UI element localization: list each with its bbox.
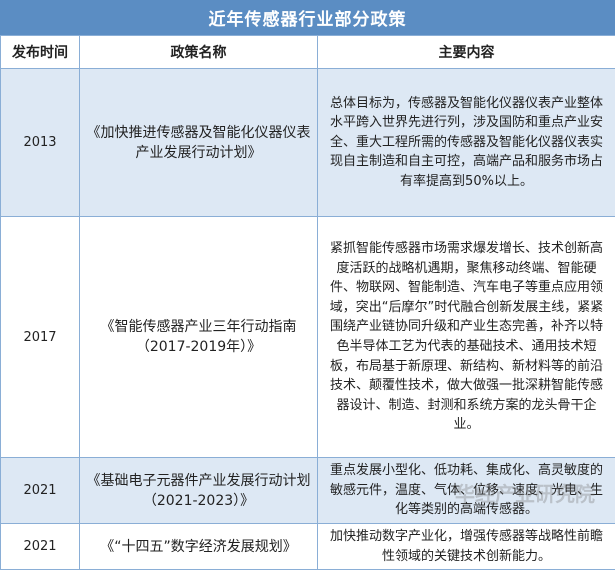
row-content: 紧抓智能传感器市场需求爆发增长、技术创新高度活跃的战略机遇期，聚焦移动终端、智能… bbox=[318, 217, 615, 458]
row-content: 重点发展小型化、低功耗、集成化、高灵敏度的敏感元件，温度、气体、位移、速度、光电… bbox=[318, 458, 615, 524]
header-content: 主要内容 bbox=[318, 36, 615, 69]
row-content: 总体目标为，传感器及智能化仪器仪表产业整体水平跨入世界先进行列，涉及国防和重点产… bbox=[318, 69, 615, 217]
row-policy-name: 《加快推进传感器及智能化仪器仪表产业发展行动计划》 bbox=[80, 69, 318, 217]
row-policy-name: 《“十四五”数字经济发展规划》 bbox=[80, 524, 318, 570]
row-policy-name: 《智能传感器产业三年行动指南（2017-2019年）》 bbox=[80, 217, 318, 458]
table-row: 2021 《“十四五”数字经济发展规划》 加快推动数字产业化，增强传感器等战略性… bbox=[1, 524, 615, 570]
row-year: 2013 bbox=[1, 69, 80, 217]
header-name: 政策名称 bbox=[80, 36, 318, 69]
table-row: 2017 《智能传感器产业三年行动指南（2017-2019年）》 紧抓智能传感器… bbox=[1, 217, 615, 458]
policy-table: 发布时间 政策名称 主要内容 2013 《加快推进传感器及智能化仪器仪表产业发展… bbox=[0, 35, 615, 570]
table-row: 2021 《基础电子元器件产业发展行动计划（2021-2023）》 重点发展小型… bbox=[1, 458, 615, 524]
row-year: 2017 bbox=[1, 217, 80, 458]
table-row: 2013 《加快推进传感器及智能化仪器仪表产业发展行动计划》 总体目标为，传感器… bbox=[1, 69, 615, 217]
row-year: 2021 bbox=[1, 524, 80, 570]
row-content: 加快推动数字产业化，增强传感器等战略性前瞻性领域的关键技术创新能力。 bbox=[318, 524, 615, 570]
table-title: 近年传感器行业部分政策 bbox=[0, 0, 615, 35]
header-year: 发布时间 bbox=[1, 36, 80, 69]
row-year: 2021 bbox=[1, 458, 80, 524]
row-policy-name: 《基础电子元器件产业发展行动计划（2021-2023）》 bbox=[80, 458, 318, 524]
